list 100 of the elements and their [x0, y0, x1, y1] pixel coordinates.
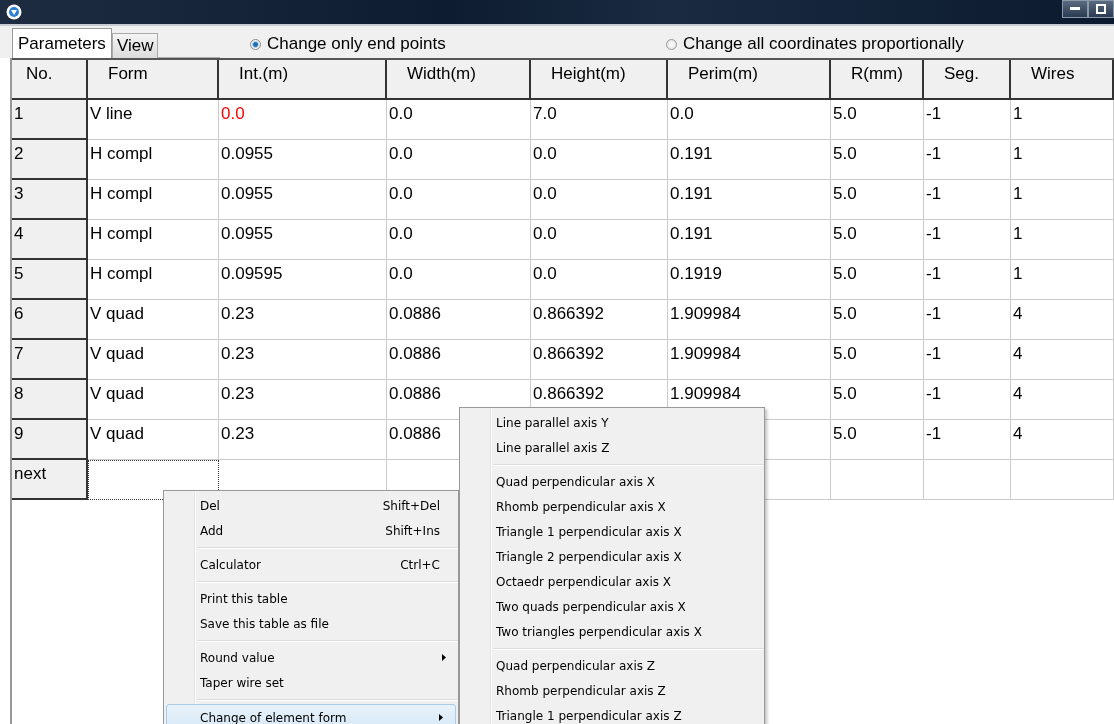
table-cell[interactable]: 0.0: [668, 100, 831, 140]
table-cell[interactable]: 0.0955: [219, 180, 387, 220]
table-cell[interactable]: 1.909984: [668, 340, 831, 380]
column-header[interactable]: Int.(m): [219, 60, 387, 100]
table-cell[interactable]: 1: [1011, 180, 1114, 220]
table-cell[interactable]: 1: [1011, 100, 1114, 140]
column-header[interactable]: R(mm): [831, 60, 924, 100]
table-cell[interactable]: 5.0: [831, 260, 924, 300]
table-cell[interactable]: 0.0: [531, 220, 668, 260]
table-cell[interactable]: [924, 460, 1011, 500]
table-cell[interactable]: V quad: [88, 300, 219, 340]
table-cell[interactable]: 0.0886: [387, 300, 531, 340]
table-cell[interactable]: 1: [1011, 140, 1114, 180]
column-header[interactable]: Height(m): [531, 60, 668, 100]
row-header[interactable]: 6: [12, 300, 88, 340]
radio-option[interactable]: Change only end points: [250, 34, 446, 54]
table-cell[interactable]: 0.09595: [219, 260, 387, 300]
table-cell[interactable]: V quad: [88, 420, 219, 460]
menu-item[interactable]: Quad perpendicular axis Z: [460, 653, 764, 678]
table-cell[interactable]: -1: [924, 220, 1011, 260]
table-cell[interactable]: 0.0: [531, 180, 668, 220]
row-header[interactable]: 1: [12, 100, 88, 140]
table-cell[interactable]: [831, 460, 924, 500]
table-cell[interactable]: 0.0: [531, 260, 668, 300]
column-header[interactable]: Perim(m): [668, 60, 831, 100]
table-cell[interactable]: 0.191: [668, 140, 831, 180]
restore-button[interactable]: [1088, 0, 1114, 18]
table-cell[interactable]: 0.0955: [219, 220, 387, 260]
table-cell[interactable]: 0.23: [219, 300, 387, 340]
column-header[interactable]: No.: [12, 60, 88, 100]
column-header[interactable]: Width(m): [387, 60, 531, 100]
table-cell[interactable]: 0.0: [219, 100, 387, 140]
table-cell[interactable]: 0.0: [387, 180, 531, 220]
column-header[interactable]: Form: [88, 60, 219, 100]
table-cell[interactable]: 5.0: [831, 180, 924, 220]
menu-item[interactable]: Rhomb perpendicular axis Z: [460, 678, 764, 703]
radio-option[interactable]: Change all coordinates proportionally: [666, 34, 964, 54]
row-header[interactable]: 3: [12, 180, 88, 220]
row-header[interactable]: 7: [12, 340, 88, 380]
table-cell[interactable]: -1: [924, 140, 1011, 180]
table-cell[interactable]: -1: [924, 180, 1011, 220]
row-header[interactable]: 5: [12, 260, 88, 300]
table-cell[interactable]: 5.0: [831, 380, 924, 420]
menu-item[interactable]: Triangle 1 perpendicular axis Z: [460, 703, 764, 724]
table-cell[interactable]: 4: [1011, 300, 1114, 340]
table-cell[interactable]: -1: [924, 260, 1011, 300]
table-cell[interactable]: -1: [924, 340, 1011, 380]
menu-item[interactable]: Quad perpendicular axis X: [460, 469, 764, 494]
row-header[interactable]: next: [12, 460, 88, 500]
menu-item[interactable]: Two triangles perpendicular axis X: [460, 619, 764, 644]
menu-item[interactable]: Round value: [164, 645, 458, 670]
tab[interactable]: Parameters: [12, 28, 112, 58]
table-cell[interactable]: 0.0: [387, 100, 531, 140]
menu-item[interactable]: Rhomb perpendicular axis X: [460, 494, 764, 519]
tab[interactable]: View: [111, 33, 159, 58]
table-cell[interactable]: H compl: [88, 180, 219, 220]
table-cell[interactable]: 0.1919: [668, 260, 831, 300]
table-cell[interactable]: 0.866392: [531, 340, 668, 380]
menu-item[interactable]: Add Shift+Ins: [164, 518, 458, 543]
table-cell[interactable]: 0.0955: [219, 140, 387, 180]
row-header[interactable]: 4: [12, 220, 88, 260]
table-cell[interactable]: -1: [924, 300, 1011, 340]
table-cell[interactable]: 5.0: [831, 340, 924, 380]
table-cell[interactable]: 5.0: [831, 300, 924, 340]
table-cell[interactable]: 0.23: [219, 420, 387, 460]
menu-item[interactable]: Del Shift+Del: [164, 493, 458, 518]
table-cell[interactable]: 5.0: [831, 140, 924, 180]
table-cell[interactable]: 0.0: [387, 260, 531, 300]
menu-item[interactable]: Change of element form: [166, 704, 456, 724]
table-cell[interactable]: 5.0: [831, 100, 924, 140]
table-cell[interactable]: 0.23: [219, 340, 387, 380]
table-cell[interactable]: 0.0: [387, 140, 531, 180]
table-cell[interactable]: H compl: [88, 140, 219, 180]
table-cell[interactable]: 0.0: [387, 220, 531, 260]
menu-item[interactable]: Print this table: [164, 586, 458, 611]
menu-item[interactable]: Octaedr perpendicular axis X: [460, 569, 764, 594]
table-cell[interactable]: [1011, 460, 1114, 500]
table-cell[interactable]: 0.0886: [387, 340, 531, 380]
table-cell[interactable]: 1: [1011, 260, 1114, 300]
column-header[interactable]: Seg.: [924, 60, 1011, 100]
table-cell[interactable]: -1: [924, 380, 1011, 420]
minimize-button[interactable]: [1062, 0, 1088, 18]
table-cell[interactable]: -1: [924, 420, 1011, 460]
table-cell[interactable]: -1: [924, 100, 1011, 140]
menu-item[interactable]: Save this table as file: [164, 611, 458, 636]
menu-item[interactable]: Calculator Ctrl+C: [164, 552, 458, 577]
table-cell[interactable]: 0.191: [668, 220, 831, 260]
table-cell[interactable]: 1: [1011, 220, 1114, 260]
table-cell[interactable]: V quad: [88, 380, 219, 420]
menu-item[interactable]: Triangle 1 perpendicular axis X: [460, 519, 764, 544]
table-cell[interactable]: 5.0: [831, 420, 924, 460]
table-cell[interactable]: 0.191: [668, 180, 831, 220]
table-cell[interactable]: 7.0: [531, 100, 668, 140]
table-cell[interactable]: 5.0: [831, 220, 924, 260]
table-cell[interactable]: 4: [1011, 340, 1114, 380]
table-cell[interactable]: 0.23: [219, 380, 387, 420]
table-cell[interactable]: H compl: [88, 260, 219, 300]
row-header[interactable]: 9: [12, 420, 88, 460]
table-cell[interactable]: 1.909984: [668, 300, 831, 340]
menu-item[interactable]: Triangle 2 perpendicular axis X: [460, 544, 764, 569]
